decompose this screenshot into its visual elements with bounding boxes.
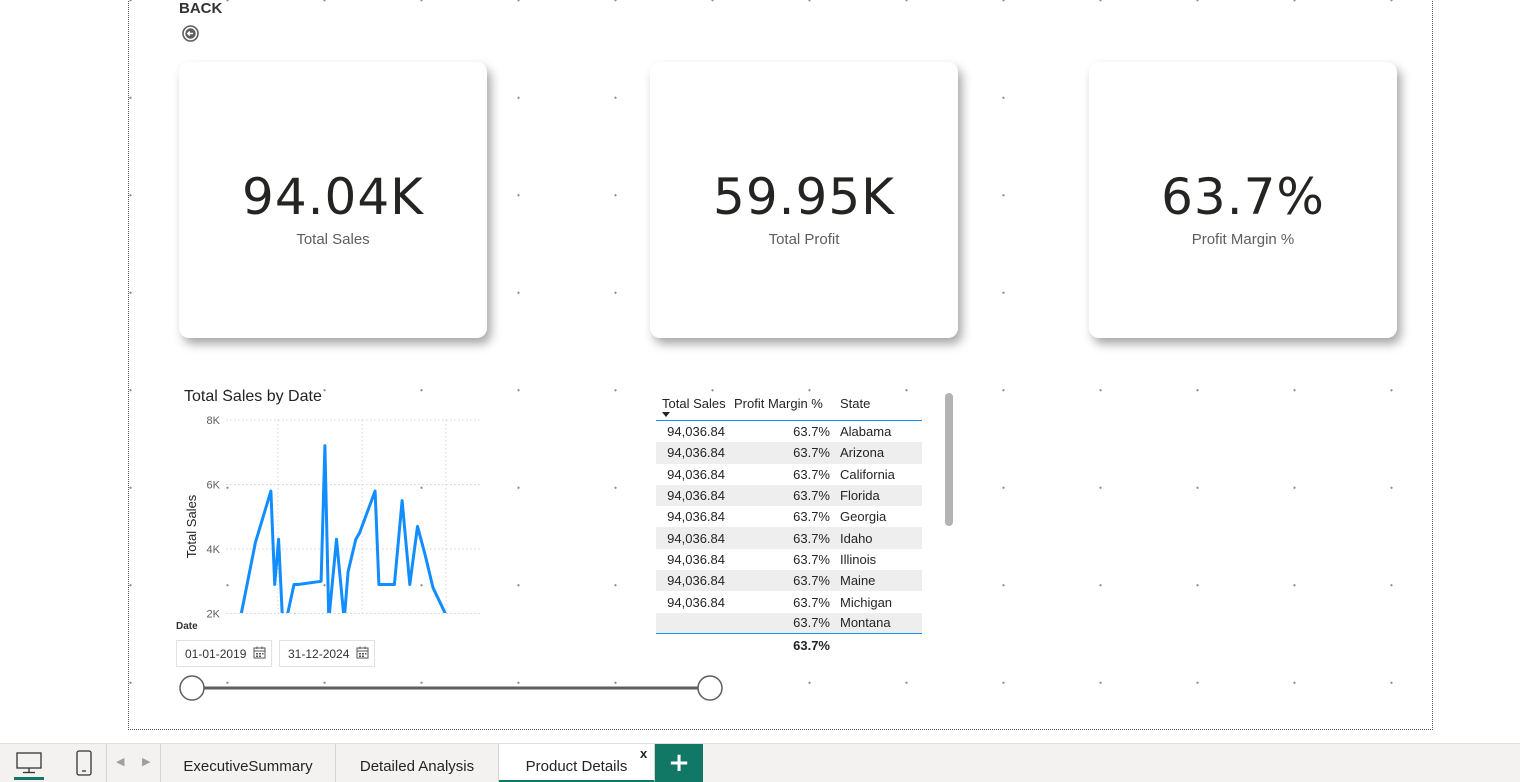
table-cell: 94,036.84 <box>667 573 725 589</box>
back-label[interactable]: BACK <box>179 0 222 17</box>
table-row[interactable]: 94,036.84 63.7% Arizona <box>656 442 922 464</box>
table-cell: 94,036.84 <box>667 424 725 440</box>
y-tick-label: 2K <box>207 609 221 619</box>
table-row[interactable]: 63.7% Montana <box>656 612 922 634</box>
slider-handle-start[interactable] <box>179 675 205 701</box>
y-tick-label: 4K <box>207 544 221 556</box>
table-cell: Arizona <box>840 445 885 461</box>
table-cell: Idaho <box>840 530 873 546</box>
back-arrow-icon[interactable] <box>182 25 199 42</box>
table-row[interactable]: 94,036.84 63.7% Florida <box>656 484 922 507</box>
kpi-card-total-profit[interactable]: 59.95K Total Profit <box>650 62 958 338</box>
mobile-view-icon[interactable] <box>76 750 92 776</box>
add-page-button[interactable]: + <box>655 744 703 782</box>
table-cell: 94,036.84 <box>667 509 725 525</box>
table-cell: 63.7% <box>793 466 830 482</box>
table-cell: Michigan <box>840 594 893 610</box>
kpi-value: 94.04K <box>242 168 424 226</box>
table-cell: California <box>840 466 895 482</box>
kpi-value: 63.7% <box>1161 168 1325 226</box>
table-cell: 63.7% <box>793 615 830 631</box>
table-row[interactable]: 94,036.84 63.7% Alabama <box>656 421 922 442</box>
col-header-profit-margin[interactable]: Profit Margin % <box>731 392 834 420</box>
tab-close-icon[interactable]: x <box>640 746 647 761</box>
table-cell: 63.7% <box>793 424 830 440</box>
table-header: Total Sales Profit Margin % State <box>656 392 922 421</box>
table-cell: 94,036.84 <box>667 551 725 567</box>
kpi-label: Profit Margin % <box>1191 231 1295 248</box>
date-end-input[interactable]: 31-12-2024 <box>279 640 375 667</box>
table-cell: 94,036.84 <box>667 488 725 504</box>
date-start-value: 01-01-2019 <box>185 647 247 661</box>
kpi-label: Total Sales <box>296 231 370 248</box>
prev-tab-arrow-icon[interactable]: ◀ <box>116 755 124 768</box>
table-cell: 94,036.84 <box>667 445 725 461</box>
table-cell: 94,036.84 <box>667 466 725 482</box>
col-header-state[interactable]: State <box>834 392 922 420</box>
calendar-icon[interactable] <box>356 646 369 659</box>
table-cell: 63.7% <box>793 573 830 589</box>
table-cell: 63.7% <box>793 551 830 567</box>
table-row[interactable]: 94,036.84 63.7% Idaho <box>656 527 922 549</box>
table-cell: 63.7% <box>793 509 830 525</box>
y-tick-label: 6K <box>207 480 221 492</box>
table-total-row: 63.7% <box>656 634 922 658</box>
table-scrollbar[interactable] <box>945 393 953 526</box>
table-cell: 63.7% <box>793 594 830 610</box>
table-cell: Florida <box>840 488 880 504</box>
date-slicer-title: Date <box>176 621 198 632</box>
table-cell: Maine <box>840 573 876 589</box>
table-row[interactable]: 94,036.84 63.7% Michigan <box>656 591 922 612</box>
total-sales-series-line[interactable] <box>239 444 460 618</box>
kpi-label: Total Profit <box>768 231 840 248</box>
slider-handle-end[interactable] <box>697 675 723 701</box>
table-cell: Alabama <box>840 424 892 440</box>
table-row[interactable]: 94,036.84 63.7% Maine <box>656 570 922 592</box>
tab-product-details[interactable]: Product Details <box>499 744 655 782</box>
desktop-view-icon[interactable] <box>16 752 42 774</box>
table-cell: 63.7% <box>793 530 830 546</box>
kpi-card-profit-margin[interactable]: 63.7% Profit Margin % <box>1089 62 1397 338</box>
total-sales-line-chart[interactable]: 8K 6K 4K 2K Total Sales <box>176 408 496 618</box>
chart-title: Total Sales by Date <box>184 388 322 405</box>
table-cell: Georgia <box>840 509 887 525</box>
table-cell: Montana <box>840 615 891 631</box>
total-cell: 63.7% <box>793 638 830 654</box>
table-row[interactable]: 94,036.84 63.7% Illinois <box>656 549 922 570</box>
kpi-card-total-sales[interactable]: 94.04K Total Sales <box>179 62 487 338</box>
table-cell: 94,036.84 <box>667 594 725 610</box>
tab-detailed-analysis[interactable]: Detailed Analysis <box>336 744 499 782</box>
next-tab-arrow-icon[interactable]: ▶ <box>142 755 150 768</box>
table-row[interactable]: 94,036.84 63.7% Georgia <box>656 506 922 527</box>
state-table[interactable]: Total Sales Profit Margin % State 94,036… <box>656 392 922 658</box>
y-tick-label: 8K <box>207 415 221 427</box>
date-range-slider[interactable] <box>176 674 736 704</box>
y-axis-label: Total Sales <box>184 494 199 558</box>
table-cell: 63.7% <box>793 445 830 461</box>
kpi-value: 59.95K <box>713 168 895 226</box>
table-cell: 94,036.84 <box>667 530 725 546</box>
tab-executive-summary[interactable]: ExecutiveSummary <box>161 744 336 782</box>
desktop-view-indicator <box>14 777 44 780</box>
table-cell: Illinois <box>840 551 877 567</box>
calendar-icon[interactable] <box>253 646 266 659</box>
sort-desc-icon <box>662 412 670 417</box>
table-row[interactable]: 94,036.84 63.7% California <box>656 464 922 485</box>
table-cell: 63.7% <box>793 488 830 504</box>
date-end-value: 31-12-2024 <box>288 647 350 661</box>
date-start-input[interactable]: 01-01-2019 <box>176 640 272 667</box>
tab-divider <box>106 744 107 782</box>
